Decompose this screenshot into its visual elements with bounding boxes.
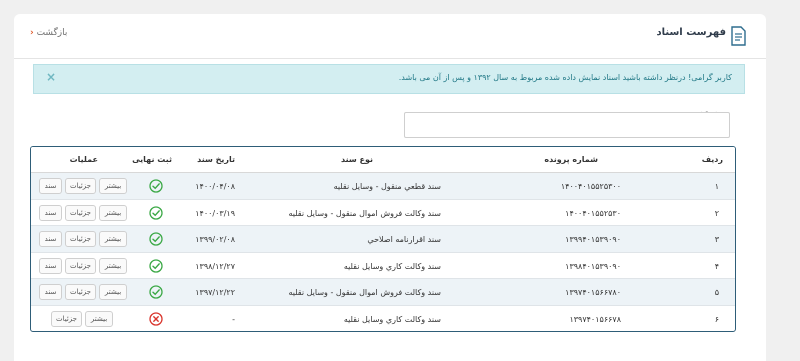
info-alert: کاربر گرامی! درنظر داشته باشید اسناد نما… bbox=[33, 64, 745, 94]
cell-index: ۶ bbox=[714, 314, 719, 324]
cell-index: ۵ bbox=[714, 288, 719, 297]
cell-doc-type: سند قطعي منقول - وسایل نقلیه bbox=[333, 182, 441, 191]
table-row: ۲ ۱۴۰۰۴۰۱۵۵۲۵۳۰ سند وكالت فروش اموال منقول… bbox=[31, 200, 735, 226]
more-button[interactable]: بیشتر bbox=[99, 204, 127, 221]
table-row: ۴ ۱۳۹۸۴۰۱۵۳۹۰۹۰ سند وكالت كاري وسايل نقليه… bbox=[31, 253, 735, 279]
check-circle-icon bbox=[149, 205, 163, 220]
table-row: ۱ ۱۴۰۰۴۰۱۵۵۲۵۳۰۰ سند قطعي منقول - وسایل نق… bbox=[31, 173, 735, 200]
cell-case-number: ۱۳۹۷۴۰۱۵۶۶۷۸۰ bbox=[565, 288, 621, 297]
table-header: ردیف شماره پرونده نوع سند تاریخ سند ثبت … bbox=[31, 147, 735, 173]
close-icon[interactable]: × bbox=[46, 70, 56, 84]
details-button[interactable]: جزئیات bbox=[51, 310, 82, 327]
header-doc-date: تاریخ سند bbox=[197, 155, 235, 164]
document-button[interactable]: سند bbox=[39, 178, 62, 194]
cell-doc-type: سند اقرارنامه اصلاحي bbox=[367, 235, 441, 244]
more-button[interactable]: بیشتر bbox=[85, 310, 113, 327]
documents-card: فهرست اسناد بازگشت ‹ کاربر گرامی! درنظر … bbox=[14, 14, 766, 361]
check-circle-icon bbox=[149, 258, 163, 273]
document-button[interactable]: سند bbox=[39, 231, 62, 247]
cell-doc-date: ۱۳۹۹/۰۲/۰۸ bbox=[195, 235, 235, 244]
table-row: ۵ ۱۳۹۷۴۰۱۵۶۶۷۸۰ سند وكالت فروش اموال منقول… bbox=[31, 279, 735, 306]
cell-doc-type: سند وكالت فروش اموال منقول - وسایل نقلیه bbox=[288, 288, 441, 297]
back-button[interactable]: بازگشت ‹ bbox=[27, 28, 67, 38]
cell-doc-date: - bbox=[232, 314, 235, 324]
check-circle-icon bbox=[149, 232, 163, 246]
cell-doc-date: ۱۴۰۰/۰۴/۰۸ bbox=[195, 182, 235, 191]
cell-case-number: ۱۳۹۷۴۰۱۵۶۶۷۸ bbox=[569, 314, 621, 324]
back-label: بازگشت bbox=[36, 28, 68, 38]
cell-index: ۱ bbox=[714, 182, 719, 191]
table-row: ۶ ۱۳۹۷۴۰۱۵۶۶۷۸ سند وكالت كاري وسايل نقليه -… bbox=[31, 306, 735, 332]
cell-index: ۲ bbox=[714, 208, 719, 218]
details-button[interactable]: جزئیات bbox=[65, 231, 96, 247]
card-header: فهرست اسناد بازگشت ‹ bbox=[14, 14, 766, 59]
more-button[interactable]: بیشتر bbox=[99, 284, 127, 300]
cell-case-number: ۱۴۰۰۴۰۱۵۵۲۵۳۰۰ bbox=[560, 182, 621, 191]
cell-doc-type: سند وكالت كاري وسايل نقليه bbox=[343, 314, 441, 324]
document-button[interactable]: سند bbox=[39, 284, 62, 300]
search-input[interactable] bbox=[404, 112, 730, 138]
document-button[interactable]: سند bbox=[39, 257, 62, 274]
header-index: ردیف bbox=[701, 155, 723, 164]
cell-case-number: ۱۳۹۸۴۰۱۵۳۹۰۹۰ bbox=[565, 261, 621, 271]
details-button[interactable]: جزئیات bbox=[65, 284, 96, 300]
page-scrollbar[interactable] bbox=[775, 0, 800, 361]
document-button[interactable]: سند bbox=[39, 204, 62, 221]
cell-index: ۴ bbox=[714, 261, 719, 271]
details-button[interactable]: جزئیات bbox=[65, 257, 96, 274]
cell-doc-type: سند وكالت فروش اموال منقول - وسایل نقلیه bbox=[288, 208, 441, 218]
more-button[interactable]: بیشتر bbox=[99, 257, 127, 274]
documents-table: ردیف شماره پرونده نوع سند تاریخ سند ثبت … bbox=[30, 146, 736, 332]
cell-doc-date: ۱۳۹۷/۱۲/۲۲ bbox=[195, 288, 235, 297]
table-row: ۳ ۱۳۹۹۴۰۱۵۳۹۰۹۰ سند اقرارنامه اصلاحي ۱۳۹۹/۰… bbox=[31, 226, 735, 253]
header-doc-type: نوع سند bbox=[340, 155, 373, 164]
details-button[interactable]: جزئیات bbox=[65, 204, 96, 221]
details-button[interactable]: جزئیات bbox=[65, 178, 96, 194]
page-title: فهرست اسناد bbox=[656, 27, 726, 38]
cell-case-number: ۱۴۰۰۴۰۱۵۵۲۵۳۰ bbox=[565, 208, 621, 218]
cell-index: ۳ bbox=[714, 235, 719, 244]
header-operations: عملیات bbox=[69, 155, 98, 164]
cell-doc-type: سند وكالت كاري وسايل نقليه bbox=[343, 261, 441, 271]
check-circle-icon bbox=[149, 285, 163, 299]
cell-doc-date: ۱۴۰۰/۰۳/۱۹ bbox=[195, 208, 235, 218]
document-icon bbox=[731, 26, 746, 46]
cell-doc-date: ۱۳۹۸/۱۲/۲۷ bbox=[195, 261, 235, 271]
more-button[interactable]: بیشتر bbox=[99, 178, 127, 194]
chevron-left-icon: ‹ bbox=[30, 28, 34, 38]
check-circle-icon bbox=[149, 179, 163, 193]
header-case-number: شماره پرونده bbox=[544, 155, 598, 164]
cell-case-number: ۱۳۹۹۴۰۱۵۳۹۰۹۰ bbox=[565, 235, 621, 244]
alert-text: کاربر گرامی! درنظر داشته باشید اسناد نما… bbox=[398, 73, 732, 82]
more-button[interactable]: بیشتر bbox=[99, 231, 127, 247]
header-final-registration: ثبت نهایی bbox=[132, 155, 172, 164]
x-circle-icon bbox=[149, 311, 163, 326]
